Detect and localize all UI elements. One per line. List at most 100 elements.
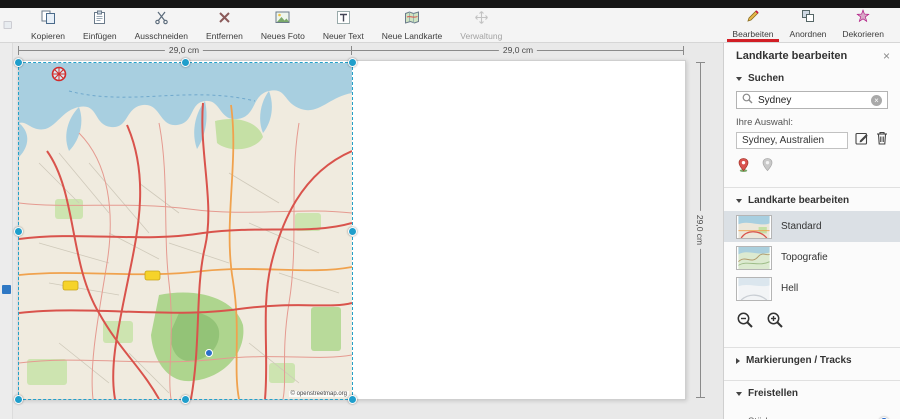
chevron-down-icon (736, 392, 742, 396)
map-object[interactable]: © openstreetmap.org (19, 63, 352, 399)
search-icon (742, 91, 753, 109)
marker-toggle-row (736, 157, 888, 178)
toolbar-item-label: Neue Landkarte (382, 31, 443, 41)
chevron-down-icon (736, 77, 742, 81)
toolbar-item-label: Kopieren (31, 31, 65, 41)
ruler-label-left: 29,0 cm (165, 44, 203, 56)
pencil-icon (746, 9, 760, 28)
selection-handle-top-right[interactable] (348, 58, 357, 67)
zoom-controls (724, 304, 900, 338)
map-style-thumbnail (736, 215, 772, 239)
toolbar-item-label: Entfernen (206, 31, 243, 41)
toolbar-item-label: Einfügen (83, 31, 117, 41)
map-style-topografie[interactable]: Topografie (724, 242, 900, 273)
search-value: Sydney (758, 95, 866, 106)
toolbar-item-label: Verwaltung (460, 31, 502, 41)
window-titlebar (0, 0, 900, 8)
compass-rotate-icon[interactable] (51, 66, 67, 87)
selection-handle-middle-left[interactable] (14, 227, 23, 236)
paste-icon (92, 10, 107, 30)
remove-icon (217, 10, 232, 30)
toolbar-item-label: Neues Foto (261, 31, 305, 41)
selection-handle-top-middle[interactable] (181, 58, 190, 67)
section-freistellen[interactable]: Freistellen (724, 381, 900, 404)
decorate-icon (856, 9, 870, 28)
map-copyright: © openstreetmap.org (289, 391, 349, 397)
tab-label: Anordnen (790, 29, 827, 39)
toolbar-item-ausschneiden[interactable]: Ausschneiden (126, 8, 197, 42)
map-style-label: Standard (781, 221, 822, 232)
toolbar-item-neuer-text[interactable]: Neuer Text (314, 8, 373, 42)
section-suchen[interactable]: Suchen (724, 66, 900, 89)
canvas-area[interactable]: 29,0 cm 29,0 cm 29,0 cm (13, 43, 723, 419)
section-markierungen-tracks[interactable]: Markierungen / Tracks (724, 348, 900, 371)
zoom-in-icon[interactable] (766, 311, 784, 334)
map-pin-icon-disabled (760, 157, 775, 178)
tab-dekorieren[interactable]: Dekorieren (834, 8, 892, 42)
map-pin-icon[interactable] (736, 157, 751, 178)
search-input[interactable]: Sydney × (736, 91, 888, 109)
main-area: 29,0 cm 29,0 cm 29,0 cm (0, 43, 900, 419)
scissors-icon (154, 10, 169, 30)
move-icon (474, 10, 489, 30)
edit-icon[interactable] (855, 131, 869, 150)
section-label: Suchen (748, 73, 784, 84)
panel-title: Landkarte bearbeiten (736, 50, 847, 62)
toolbar-item-entfernen[interactable]: Entfernen (197, 8, 252, 42)
section-label: Markierungen / Tracks (746, 355, 852, 366)
map-style-hell[interactable]: Hell (724, 273, 900, 304)
sidebar-tool-icon[interactable] (2, 285, 11, 294)
toolbar-item-verwaltung: Verwaltung (451, 8, 511, 42)
strength-control: Stärke: (724, 404, 900, 419)
tab-label: Bearbeiten (732, 29, 773, 39)
edit-map-panel: Landkarte bearbeiten × Suchen Sydney × I… (723, 43, 900, 419)
close-icon[interactable]: × (883, 51, 890, 61)
section-landkarte-bearbeiten[interactable]: Landkarte bearbeiten (724, 188, 900, 211)
section-label: Landkarte bearbeiten (748, 195, 849, 206)
selection-handle-bottom-right[interactable] (348, 395, 357, 404)
map-style-label: Hell (781, 283, 798, 294)
toolbar-item-einfuegen[interactable]: Einfügen (74, 8, 126, 42)
trash-icon[interactable] (876, 131, 888, 150)
selection-handle-bottom-middle[interactable] (181, 395, 190, 404)
ruler-label-vertical: 29,0 cm (695, 211, 705, 249)
copy-icon (41, 10, 56, 30)
map-style-label: Topografie (781, 252, 828, 263)
new-map-icon (404, 10, 420, 30)
selection-handle-top-left[interactable] (14, 58, 23, 67)
main-toolbar: Kopieren Einfügen Ausschneiden Entfernen… (0, 8, 900, 43)
arrange-icon (801, 9, 815, 28)
new-photo-icon (275, 10, 291, 30)
toolbar-items: Kopieren Einfügen Ausschneiden Entfernen… (22, 8, 511, 42)
selection-handle-middle-right[interactable] (348, 227, 357, 236)
chevron-down-icon (736, 199, 742, 203)
ruler-label-right: 29,0 cm (499, 44, 537, 56)
mode-tabs: Bearbeiten Anordnen Dekorieren (724, 8, 892, 42)
album-page[interactable]: © openstreetmap.org (18, 60, 686, 400)
horizontal-ruler: 29,0 cm 29,0 cm (18, 44, 684, 56)
selection-label: Ihre Auswahl: (736, 117, 888, 128)
tab-bearbeiten[interactable]: Bearbeiten (724, 8, 781, 42)
left-sidebar (0, 43, 13, 419)
new-text-icon (336, 10, 351, 30)
toolbar-item-label: Ausschneiden (135, 31, 188, 41)
toolbar-item-neue-landkarte[interactable]: Neue Landkarte (373, 8, 452, 42)
vertical-ruler: 29,0 cm (694, 62, 708, 398)
map-image (19, 63, 352, 399)
tab-label: Dekorieren (842, 29, 884, 39)
clear-icon[interactable]: × (871, 95, 882, 106)
toolbar-item-neues-foto[interactable]: Neues Foto (252, 8, 314, 42)
zoom-out-icon[interactable] (736, 311, 754, 334)
selection-row: Sydney, Australien (736, 131, 888, 150)
chevron-right-icon (736, 358, 740, 364)
tab-anordnen[interactable]: Anordnen (782, 8, 835, 42)
app-window: Kopieren Einfügen Ausschneiden Entfernen… (0, 0, 900, 419)
toolbar-item-kopieren[interactable]: Kopieren (22, 8, 74, 42)
clipped-toolbar-item (0, 8, 12, 42)
section-label: Freistellen (748, 388, 798, 399)
toolbar-item-label: Neuer Text (323, 31, 364, 41)
map-style-standard[interactable]: Standard (724, 211, 900, 242)
map-style-thumbnail (736, 246, 772, 270)
selection-handle-bottom-left[interactable] (14, 395, 23, 404)
selection-value[interactable]: Sydney, Australien (736, 132, 848, 149)
